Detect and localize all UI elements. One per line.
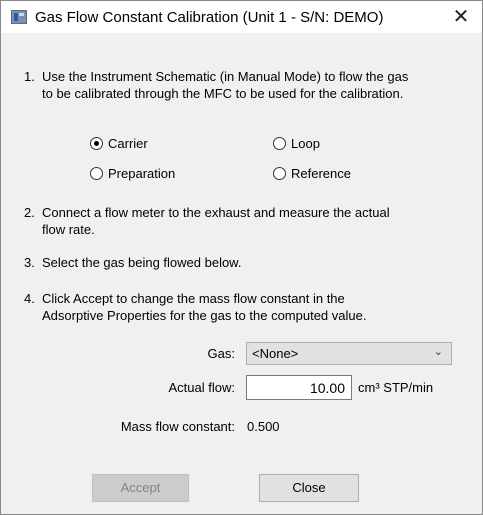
mass-flow-constant-label: Mass flow constant:	[120, 419, 235, 434]
step-4-line-1: Click Accept to change the mass flow con…	[42, 291, 345, 306]
actual-flow-input[interactable]: 10.00	[246, 375, 352, 400]
radio-carrier-label: Carrier	[108, 136, 148, 151]
step-2-line-1: Connect a flow meter to the exhaust and …	[42, 205, 390, 220]
step-2-number: 2.	[24, 205, 35, 220]
radio-carrier[interactable]: Carrier	[90, 136, 148, 151]
actual-flow-label: Actual flow:	[168, 380, 235, 395]
radio-reference-circle[interactable]	[273, 167, 286, 180]
gas-select[interactable]: <None> ⌄	[246, 342, 452, 365]
radio-reference-label: Reference	[291, 166, 351, 181]
step-3-line-1: Select the gas being flowed below.	[42, 255, 242, 270]
radio-carrier-circle[interactable]	[90, 137, 103, 150]
accept-button[interactable]: Accept	[92, 474, 189, 502]
radio-reference[interactable]: Reference	[273, 166, 351, 181]
radio-preparation-label: Preparation	[108, 166, 176, 181]
flow-unit: cm³ STP/min	[358, 380, 434, 395]
actual-flow-value: 10.00	[309, 380, 345, 396]
app-window-icon	[11, 10, 27, 24]
radio-loop-label: Loop	[291, 136, 320, 151]
radio-preparation[interactable]: Preparation	[90, 166, 175, 181]
chevron-down-icon[interactable]: ⌄	[434, 345, 443, 358]
gas-select-value: <None>	[252, 346, 299, 361]
step-1-line-1: Use the Instrument Schematic (in Manual …	[42, 69, 409, 84]
step-1-number: 1.	[24, 69, 35, 84]
gas-label: Gas:	[207, 346, 235, 361]
step-2-line-2: flow rate.	[42, 222, 95, 237]
step-4-line-2: Adsorptive Properties for the gas to the…	[42, 308, 367, 323]
radio-loop[interactable]: Loop	[273, 136, 320, 151]
close-button[interactable]: Close	[259, 474, 359, 502]
close-icon[interactable]: ✕	[449, 5, 473, 29]
window-title: Gas Flow Constant Calibration (Unit 1 - …	[35, 9, 384, 26]
step-1-line-2: to be calibrated through the MFC to be u…	[42, 86, 404, 101]
radio-loop-circle[interactable]	[273, 137, 286, 150]
step-4-number: 4.	[24, 291, 35, 306]
calibration-dialog: Gas Flow Constant Calibration (Unit 1 - …	[0, 0, 483, 515]
step-3-number: 3.	[24, 255, 35, 270]
radio-preparation-circle[interactable]	[90, 167, 103, 180]
title-bar[interactable]: Gas Flow Constant Calibration (Unit 1 - …	[1, 1, 482, 33]
mass-flow-constant-value: 0.500	[247, 419, 280, 434]
